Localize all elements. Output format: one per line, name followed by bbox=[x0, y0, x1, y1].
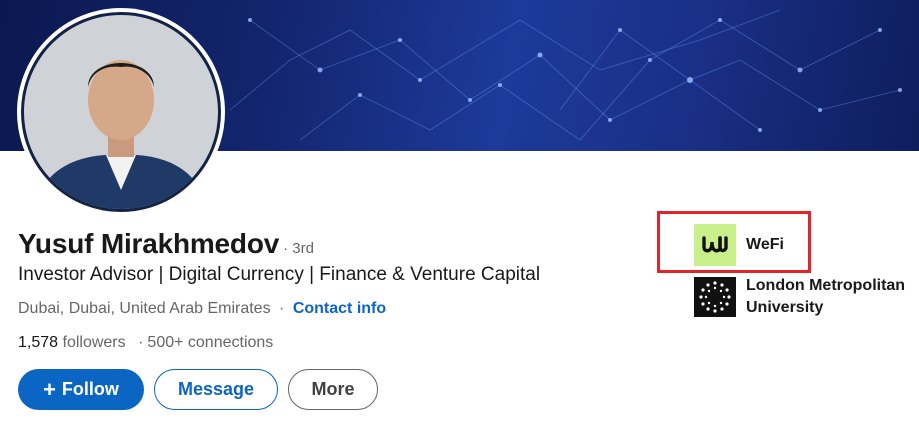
profile-name: Yusuf Mirakhmedov bbox=[18, 228, 280, 259]
profile-actions: + Follow Message More bbox=[18, 369, 378, 410]
london-metropolitan-logo bbox=[694, 277, 736, 317]
wefi-logo-mark-icon bbox=[702, 236, 728, 253]
message-button[interactable]: Message bbox=[154, 369, 278, 410]
more-label: More bbox=[311, 379, 355, 399]
profile-photo[interactable] bbox=[17, 8, 225, 216]
current-company-wefi[interactable]: WeFi bbox=[694, 224, 784, 266]
school-name-line2: University bbox=[746, 299, 824, 316]
separator-dot: · bbox=[138, 334, 144, 351]
location-row: Dubai, Dubai, United Arab Emirates · Con… bbox=[18, 300, 386, 318]
follow-button[interactable]: + Follow bbox=[18, 369, 144, 410]
profile-headline: Investor Advisor | Digital Currency | Fi… bbox=[18, 264, 541, 285]
name-row: Yusuf Mirakhmedov · 3rd bbox=[18, 228, 314, 260]
plus-icon: + bbox=[43, 376, 56, 402]
profile-location: Dubai, Dubai, United Arab Emirates bbox=[18, 300, 271, 317]
followers-label[interactable]: followers bbox=[63, 334, 126, 351]
person-portrait-graphic bbox=[24, 15, 218, 209]
followers-count[interactable]: 1,578 bbox=[18, 334, 58, 351]
starburst-logo-icon bbox=[699, 281, 731, 313]
wefi-logo bbox=[694, 224, 736, 266]
company-name: WeFi bbox=[746, 236, 784, 253]
contact-info-link[interactable]: Contact info bbox=[293, 300, 386, 317]
connections-link[interactable]: 500+ connections bbox=[147, 334, 273, 351]
separator-dot: · bbox=[279, 300, 285, 317]
stats-row: 1,578 followers · 500+ connections bbox=[18, 334, 273, 352]
follow-label: Follow bbox=[61, 379, 119, 399]
school-name: London Metropolitan University bbox=[746, 275, 905, 319]
connection-degree: · 3rd bbox=[283, 240, 314, 257]
message-label: Message bbox=[177, 379, 255, 399]
more-button[interactable]: More bbox=[288, 369, 378, 410]
school-name-line1: London Metropolitan bbox=[746, 277, 906, 294]
avatar bbox=[21, 12, 221, 212]
education-london-metropolitan[interactable]: London Metropolitan University bbox=[694, 277, 905, 319]
